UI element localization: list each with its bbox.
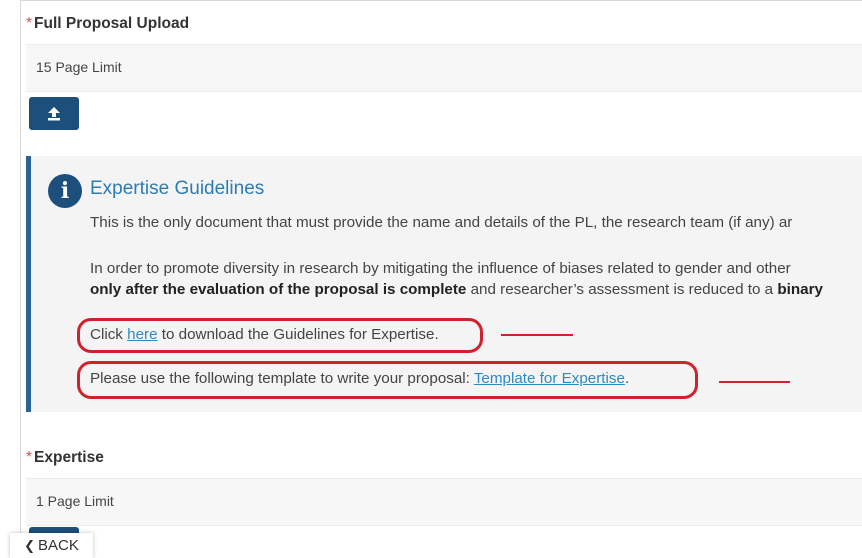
info-icon: i [48,174,82,208]
expertise-page-limit-text: 1 Page Limit [36,493,114,509]
bold-phrase: only after the evaluation of the proposa… [90,281,467,298]
full-proposal-title: * Full Proposal Upload [26,15,189,33]
guidelines-title: Expertise Guidelines [90,178,265,199]
annotation-line-download [501,334,573,336]
annotation-circle-download [77,318,483,353]
guidelines-paragraph-1: This is the only document that must prov… [90,214,793,231]
back-label: BACK [38,537,79,554]
form-panel: * Full Proposal Upload 15 Page Limit i Ex… [20,0,862,558]
annotation-line-template [719,381,790,383]
page-limit-text: 15 Page Limit [36,59,122,75]
back-button[interactable]: ❮ BACK [10,533,93,558]
upload-icon [48,107,60,121]
chevron-left-icon: ❮ [24,537,36,553]
page-limit-bar: 15 Page Limit [26,44,862,92]
guidelines-paragraph-2: In order to promote diversity in researc… [90,260,791,277]
paragraph-text: and researcher’s assessment is reduced t… [466,281,778,298]
guidelines-paragraph-2-cont: only after the evaluation of the proposa… [90,281,823,298]
full-proposal-label: Full Proposal Upload [34,15,190,32]
required-mark: * [26,15,33,32]
expertise-title: * Expertise [26,449,104,467]
upload-button[interactable] [29,97,79,130]
annotation-circle-template [77,361,698,399]
bold-phrase-2: binary [777,281,823,298]
expertise-label: Expertise [34,449,104,466]
required-mark: * [26,449,33,466]
expertise-page-limit-bar: 1 Page Limit [26,478,862,526]
